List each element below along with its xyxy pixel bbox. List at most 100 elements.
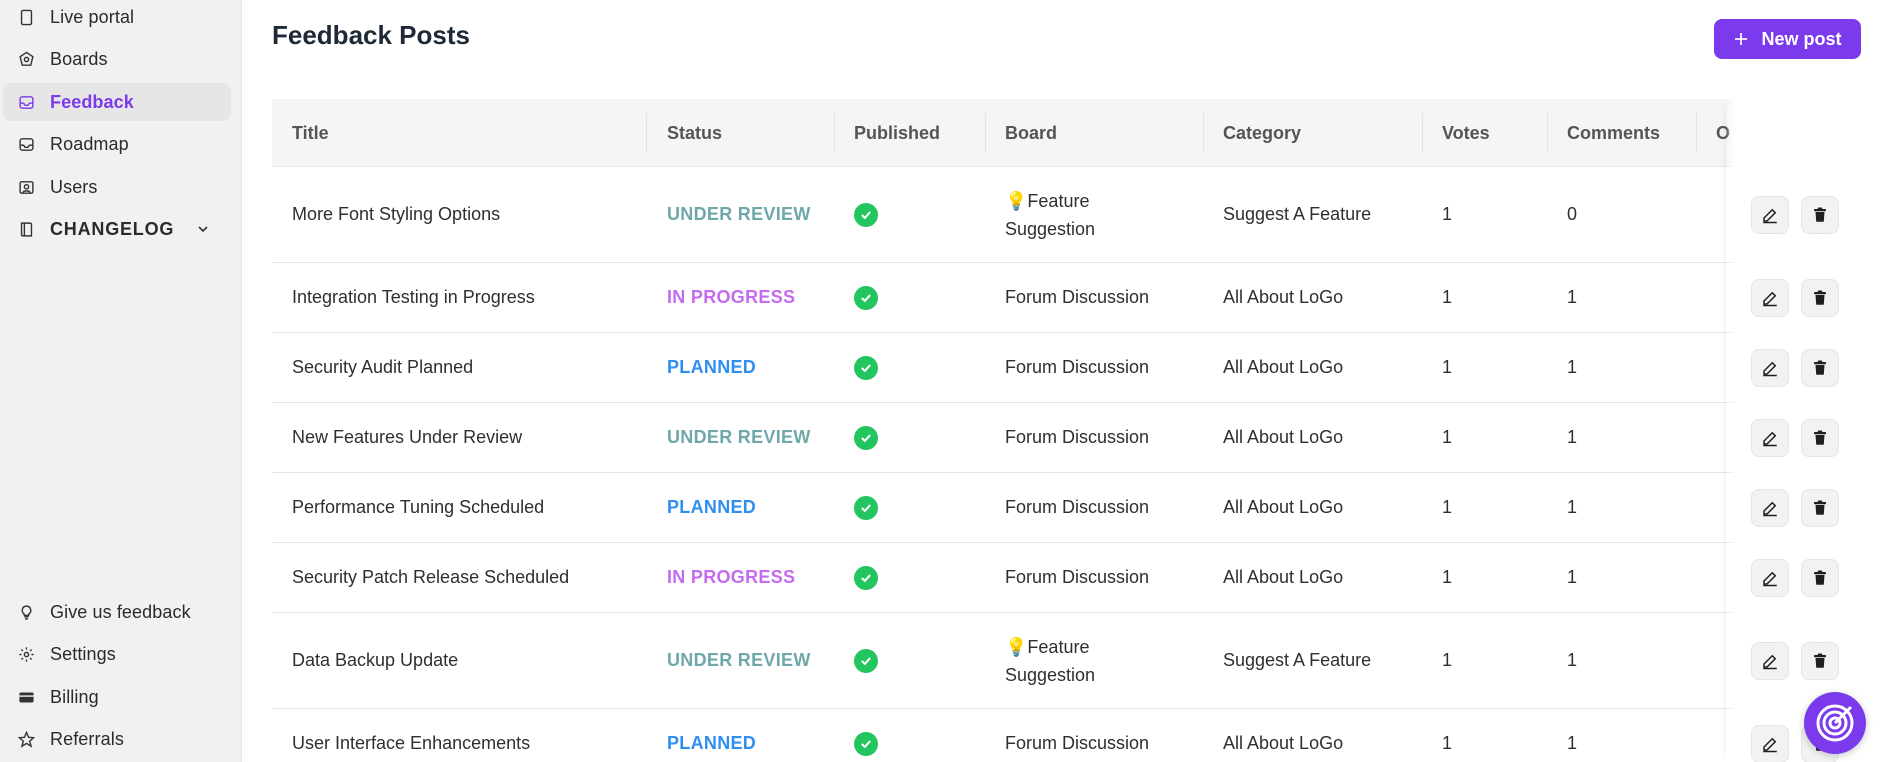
table-row[interactable]: Data Backup Update UNDER REVIEW 💡Feature… — [272, 613, 1861, 709]
chevron-down-icon[interactable] — [195, 221, 211, 237]
row-comments: 1 — [1567, 497, 1578, 517]
actions-column — [1726, 99, 1861, 762]
table-row[interactable]: Performance Tuning Scheduled PLANNED For… — [272, 473, 1861, 543]
published-indicator — [854, 613, 878, 708]
row-comments: 1 — [1567, 733, 1578, 753]
lightbulb-emoji: 💡 — [1005, 636, 1028, 657]
column-header-votes[interactable]: Votes — [1442, 99, 1490, 167]
delete-button[interactable] — [1801, 196, 1839, 234]
sidebar: Live portal Boards Feedback Roadmap User… — [0, 0, 242, 762]
row-votes: 1 — [1442, 427, 1453, 447]
delete-button[interactable] — [1801, 419, 1839, 457]
column-divider — [1547, 113, 1548, 153]
sidebar-item-billing[interactable]: Billing — [3, 678, 231, 716]
sidebar-item-roadmap[interactable]: Roadmap — [3, 125, 231, 163]
row-votes: 1 — [1442, 287, 1453, 307]
sidebar-item-users[interactable]: Users — [3, 168, 231, 206]
row-category: All About LoGo — [1223, 733, 1344, 753]
check-circle-icon — [854, 565, 878, 590]
table-row[interactable]: Integration Testing in Progress IN PROGR… — [272, 263, 1861, 333]
edit-button[interactable] — [1751, 559, 1789, 597]
delete-button[interactable] — [1801, 642, 1839, 680]
check-circle-icon — [854, 495, 878, 520]
row-title[interactable]: Security Patch Release Scheduled — [292, 543, 569, 612]
row-votes: 1 — [1442, 497, 1453, 517]
status-badge: UNDER REVIEW — [667, 650, 811, 670]
table-row[interactable]: User Interface Enhancements PLANNED Foru… — [272, 709, 1861, 762]
column-header-title[interactable]: Title — [292, 99, 329, 167]
new-post-button[interactable]: New post — [1714, 19, 1861, 59]
column-header-published[interactable]: Published — [854, 99, 940, 167]
board-name-line1: Feature — [1027, 190, 1090, 211]
row-board: Forum Discussion — [1005, 263, 1149, 332]
sidebar-item-label: Referrals — [50, 728, 124, 749]
published-indicator — [854, 167, 878, 262]
gear-icon — [17, 645, 35, 663]
sidebar-item-live-portal[interactable]: Live portal — [3, 0, 231, 36]
edit-button[interactable] — [1751, 489, 1789, 527]
row-votes: 1 — [1442, 567, 1453, 587]
row-comments: 1 — [1567, 650, 1578, 670]
delete-button[interactable] — [1801, 279, 1839, 317]
row-comments: 1 — [1567, 357, 1578, 377]
sidebar-item-label: CHANGELOG — [50, 218, 175, 239]
check-circle-icon — [854, 425, 878, 450]
column-header-board[interactable]: Board — [1005, 99, 1057, 167]
sidebar-item-changelog[interactable]: CHANGELOG — [3, 210, 231, 248]
sidebar-item-label: Settings — [50, 643, 116, 664]
sidebar-item-feedback[interactable]: Feedback — [3, 83, 231, 121]
row-title[interactable]: Data Backup Update — [292, 613, 458, 708]
row-title[interactable]: New Features Under Review — [292, 403, 522, 472]
sidebar-item-settings[interactable]: Settings — [3, 635, 231, 673]
table-row[interactable]: More Font Styling Options UNDER REVIEW 💡… — [272, 167, 1861, 263]
column-divider — [646, 113, 647, 153]
row-board: 💡Feature Suggestion — [1005, 167, 1095, 262]
delete-button[interactable] — [1801, 559, 1839, 597]
row-title[interactable]: Performance Tuning Scheduled — [292, 473, 544, 542]
board-name-line1: Forum Discussion — [1005, 287, 1150, 307]
book-icon — [17, 220, 35, 238]
table-row[interactable]: Security Patch Release Scheduled IN PROG… — [272, 543, 1861, 613]
edit-button[interactable] — [1751, 419, 1789, 457]
plus-icon — [1735, 33, 1748, 45]
column-header-status[interactable]: Status — [667, 99, 722, 167]
delete-button[interactable] — [1801, 349, 1839, 387]
pencil-icon — [1763, 737, 1777, 753]
row-board: 💡Feature Suggestion — [1005, 613, 1095, 708]
edit-button[interactable] — [1751, 725, 1789, 762]
sidebar-item-give-feedback[interactable]: Give us feedback — [3, 593, 231, 631]
row-category: All About LoGo — [1223, 357, 1344, 377]
new-post-label: New post — [1761, 28, 1842, 49]
pencil-icon — [1763, 291, 1777, 307]
edit-button[interactable] — [1751, 196, 1789, 234]
sidebar-item-label: Live portal — [50, 6, 135, 27]
status-badge: UNDER REVIEW — [667, 204, 811, 224]
column-header-comments[interactable]: Comments — [1567, 99, 1660, 167]
sidebar-item-boards[interactable]: Boards — [3, 40, 231, 78]
edit-button[interactable] — [1751, 279, 1789, 317]
edit-button[interactable] — [1751, 642, 1789, 680]
phone-icon — [17, 8, 35, 26]
row-votes: 1 — [1442, 733, 1453, 753]
sidebar-item-referrals[interactable]: Referrals — [3, 720, 231, 758]
column-header-category[interactable]: Category — [1223, 99, 1301, 167]
board-name-line2: Suggestion — [1005, 664, 1096, 685]
check-circle-icon — [854, 355, 878, 380]
board-name-line1: Forum Discussion — [1005, 357, 1150, 377]
table-row[interactable]: New Features Under Review UNDER REVIEW F… — [272, 403, 1861, 473]
row-category: All About LoGo — [1223, 287, 1344, 307]
trash-icon — [1814, 360, 1826, 375]
table-row[interactable]: Security Audit Planned PLANNED Forum Dis… — [272, 333, 1861, 403]
lightbulb-emoji: 💡 — [1005, 190, 1028, 211]
row-votes: 1 — [1442, 357, 1453, 377]
delete-button[interactable] — [1801, 489, 1839, 527]
row-title[interactable]: Integration Testing in Progress — [292, 263, 535, 332]
column-divider — [1696, 113, 1697, 153]
support-widget-button[interactable] — [1804, 692, 1866, 754]
row-title[interactable]: Security Audit Planned — [292, 333, 473, 402]
edit-button[interactable] — [1751, 349, 1789, 387]
row-title[interactable]: User Interface Enhancements — [292, 709, 530, 762]
row-votes: 1 — [1442, 650, 1453, 670]
users-icon — [17, 178, 35, 196]
row-title[interactable]: More Font Styling Options — [292, 167, 500, 262]
